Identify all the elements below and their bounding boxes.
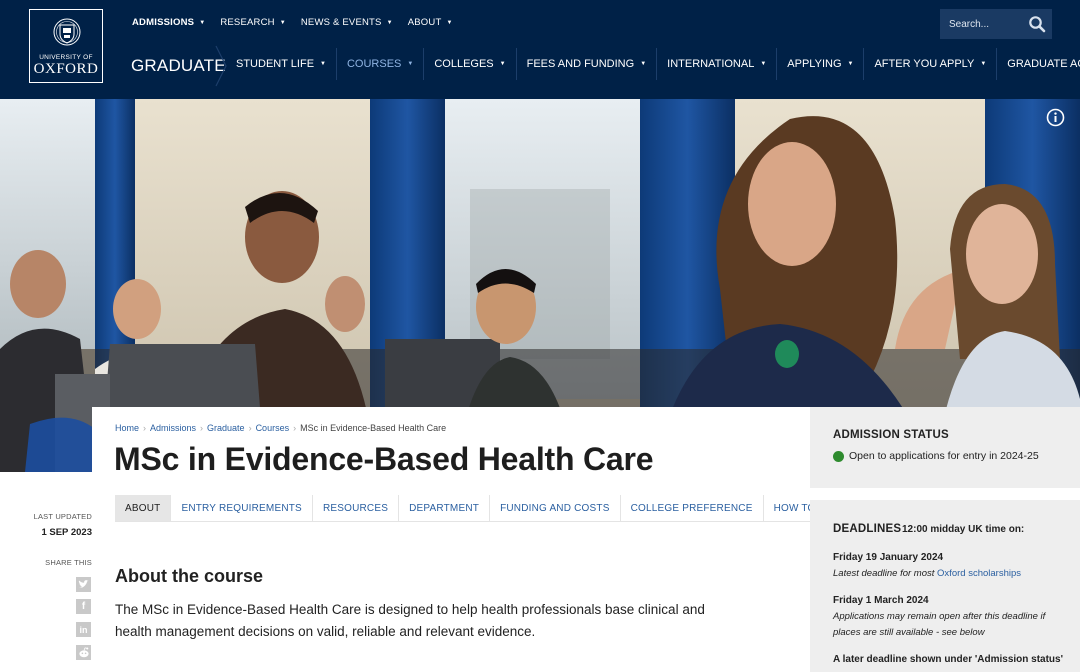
crest-icon: [53, 18, 81, 46]
status-dot-icon: [833, 451, 844, 462]
info-icon[interactable]: [1046, 108, 1065, 127]
deadline-note-1: Latest deadline for most Oxford scholars…: [833, 568, 1021, 579]
facebook-icon[interactable]: f: [76, 599, 91, 614]
chevron-right-icon: ›: [143, 423, 147, 433]
breadcrumb: Home › Admissions › Graduate › Courses ›…: [115, 423, 446, 433]
last-updated-date: 1 SEP 2023: [41, 527, 92, 538]
chevron-right-icon: ›: [293, 423, 297, 433]
reddit-alien-glyph: [78, 647, 89, 658]
caret-down-icon: ▼: [386, 19, 393, 26]
caret-down-icon: ▼: [279, 19, 286, 26]
twitter-icon[interactable]: [76, 577, 91, 592]
caret-down-icon: ▼: [320, 61, 326, 67]
linkedin-icon[interactable]: in: [76, 622, 91, 637]
topnav-about[interactable]: ABOUT ▼: [408, 17, 453, 28]
mainnav-courses[interactable]: COURSES ▼: [337, 48, 425, 80]
admission-status-title: ADMISSION STATUS: [833, 429, 949, 441]
caret-down-icon: ▼: [640, 61, 647, 67]
deadline-date-3: A later deadline shown under 'Admission …: [833, 654, 1063, 665]
topnav-research[interactable]: RESEARCH ▼: [220, 17, 286, 28]
tab-entry-requirements[interactable]: ENTRY REQUIREMENTS: [171, 495, 313, 521]
admission-status-box: [810, 407, 1080, 488]
deadline-date-1: Friday 19 January 2024: [833, 552, 944, 563]
share-label: SHARE THIS: [45, 558, 92, 567]
chevron-right-icon: ›: [200, 423, 204, 433]
mainnav-fees-funding[interactable]: FEES AND FUNDING ▼: [517, 48, 658, 80]
section-title[interactable]: GRADUATE: [131, 56, 226, 76]
breadcrumb-courses[interactable]: Courses: [256, 423, 290, 433]
tab-about[interactable]: ABOUT: [115, 495, 172, 521]
tab-college-preference[interactable]: COLLEGE PREFERENCE: [621, 495, 764, 521]
logo-small-text: UNIVERSITY OF: [39, 54, 93, 61]
deadlines-subtitle: 12:00 midday UK time on:: [902, 524, 1025, 535]
search-input[interactable]: [949, 18, 1024, 30]
mainnav-international[interactable]: INTERNATIONAL ▼: [657, 48, 778, 80]
site-header: UNIVERSITY OF OXFORD ADMISSIONS ▼ RESEARC…: [0, 0, 1080, 99]
oxford-logo[interactable]: UNIVERSITY OF OXFORD: [29, 9, 103, 83]
tab-department[interactable]: DEPARTMENT: [399, 495, 491, 521]
tab-funding-and-costs[interactable]: FUNDING AND COSTS: [490, 495, 621, 521]
mainnav-graduate-access[interactable]: GRADUATE ACCESS▼: [997, 48, 1080, 80]
main-nav: STUDENT LIFE ▼ COURSES ▼ COLLEGES ▼ FEES AN…: [226, 48, 1080, 80]
topnav-news-events[interactable]: NEWS & EVENTS ▼: [301, 17, 393, 28]
about-text: The MSc in Evidence-Based Health Care is…: [115, 602, 705, 639]
top-nav: ADMISSIONS ▼ RESEARCH ▼ NEWS & EVENTS ▼ ABO…: [132, 17, 453, 28]
mainnav-applying[interactable]: APPLYING ▼: [777, 48, 865, 80]
deadline-note-2: Applications may remain open after this …: [833, 611, 1046, 638]
mainnav-after-you-apply[interactable]: AFTER YOU APPLY ▼: [864, 48, 998, 80]
caret-down-icon: ▼: [847, 61, 854, 67]
breadcrumb-current: MSc in Evidence-Based Health Care: [300, 423, 447, 433]
last-updated-label: LAST UPDATED: [33, 512, 92, 521]
mainnav-student-life[interactable]: STUDENT LIFE ▼: [226, 48, 337, 80]
deadline-date-2: Friday 1 March 2024: [833, 595, 929, 606]
mainnav-colleges[interactable]: COLLEGES ▼: [424, 48, 517, 80]
tab-resources[interactable]: RESOURCES: [313, 495, 400, 521]
chevron-right-icon: ›: [248, 423, 252, 433]
search-box: [940, 9, 1052, 39]
caret-down-icon: ▼: [199, 19, 206, 26]
logo-big-text: OXFORD: [33, 61, 99, 77]
caret-down-icon: ▼: [980, 61, 987, 67]
admission-status-text: Open to applications for entry in 2024-2…: [849, 450, 1039, 462]
deadlines-title: DEADLINES: [833, 523, 902, 535]
oxford-scholarships-link[interactable]: Oxford scholarships: [937, 568, 1021, 579]
caret-down-icon: ▼: [407, 61, 414, 67]
caret-down-icon: ▼: [499, 61, 506, 67]
breadcrumb-home[interactable]: Home: [115, 423, 139, 433]
about-heading: About the course: [115, 566, 264, 586]
search-icon[interactable]: [1028, 15, 1046, 33]
caret-down-icon: ▼: [446, 19, 453, 26]
twitter-bird-glyph: [78, 580, 89, 588]
caret-down-icon: ▼: [760, 61, 767, 67]
course-tabs: ABOUT ENTRY REQUIREMENTS RESOURCES DEPAR…: [115, 495, 861, 522]
breadcrumb-admissions[interactable]: Admissions: [150, 423, 196, 433]
topnav-admissions[interactable]: ADMISSIONS ▼: [132, 17, 205, 28]
page-title: MSc in Evidence-Based Health Care: [114, 441, 654, 477]
breadcrumb-graduate[interactable]: Graduate: [207, 423, 245, 433]
reddit-icon[interactable]: [76, 645, 91, 660]
